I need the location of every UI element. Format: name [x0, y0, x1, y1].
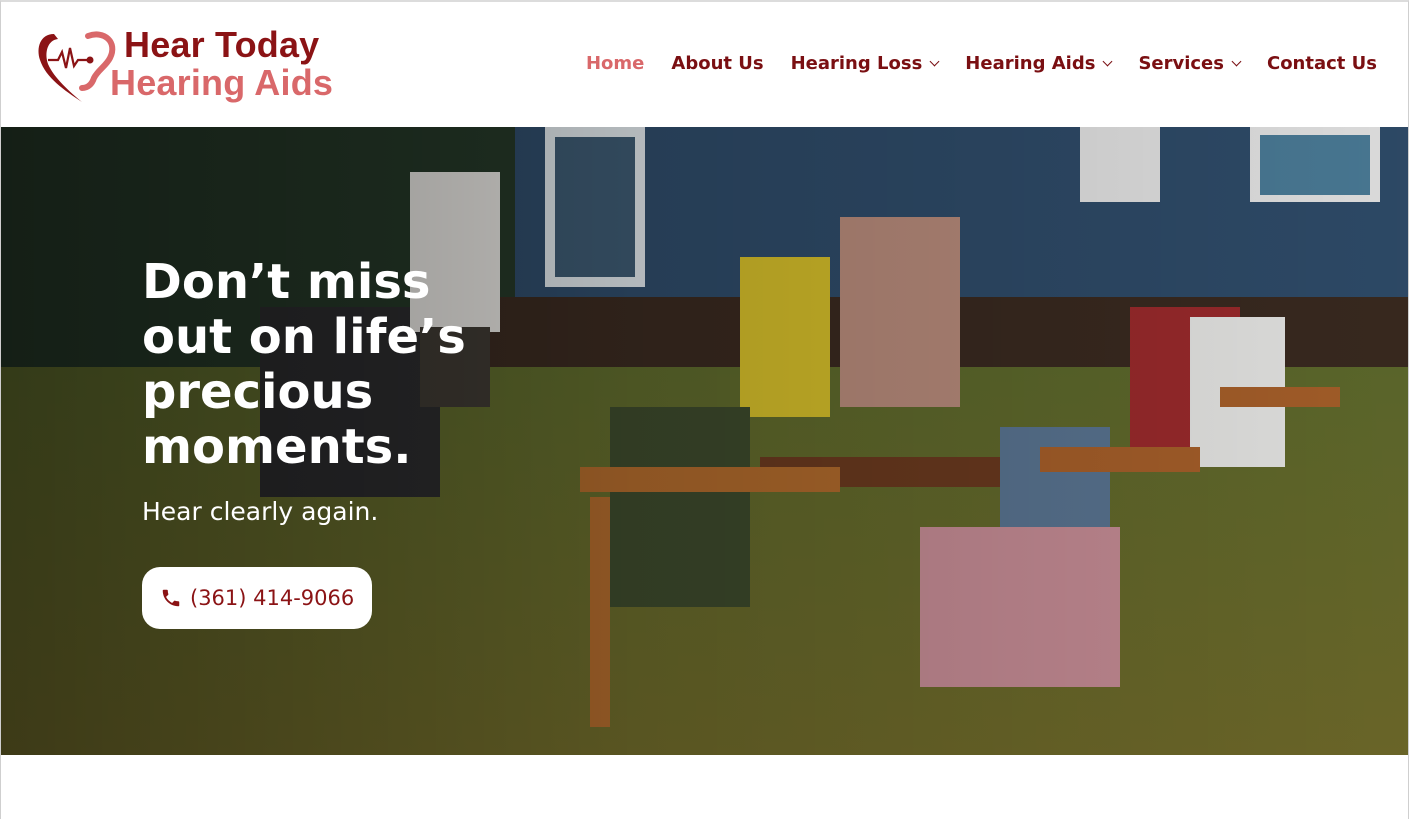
nav-services[interactable]: Services: [1138, 53, 1242, 74]
nav-home[interactable]: Home: [586, 53, 644, 74]
logo-text-line1: Hear Today: [124, 24, 320, 65]
nav-home-label: Home: [585, 53, 645, 74]
site-logo[interactable]: Hear Today Hearing Aids: [34, 24, 374, 106]
hero-subtitle: Hear clearly again.: [142, 497, 379, 526]
nav-hearing-loss-label: Hearing Loss: [790, 53, 923, 74]
nav-services-label: Services: [1138, 53, 1224, 74]
nav-about-us[interactable]: About Us: [671, 53, 763, 74]
nav-about-us-label: About Us: [671, 53, 764, 74]
hero-section: Don’t miss out on life’s precious moment…: [0, 127, 1409, 755]
call-phone-button[interactable]: (361) 414-9066: [142, 567, 373, 629]
hero-title: Don’t miss out on life’s precious moment…: [142, 254, 466, 475]
chevron-down-icon: [1102, 56, 1113, 66]
logo-text-line2: Hearing Aids: [110, 62, 334, 103]
main-nav: Home About Us Hearing Loss Hearing Aids …: [559, 53, 1377, 74]
phone-icon: [162, 589, 180, 607]
site-header: Hear Today Hearing Aids Home About Us He…: [0, 0, 1409, 127]
nav-contact-us-label: Contact Us: [1266, 53, 1377, 74]
chevron-down-icon: [1231, 56, 1242, 66]
nav-contact-us[interactable]: Contact Us: [1267, 53, 1377, 74]
nav-hearing-loss[interactable]: Hearing Loss: [790, 53, 940, 74]
chevron-down-icon: [929, 56, 940, 66]
phone-number: (361) 414-9066: [190, 586, 355, 610]
nav-hearing-aids-label: Hearing Aids: [965, 53, 1096, 74]
nav-hearing-aids[interactable]: Hearing Aids: [965, 53, 1113, 74]
